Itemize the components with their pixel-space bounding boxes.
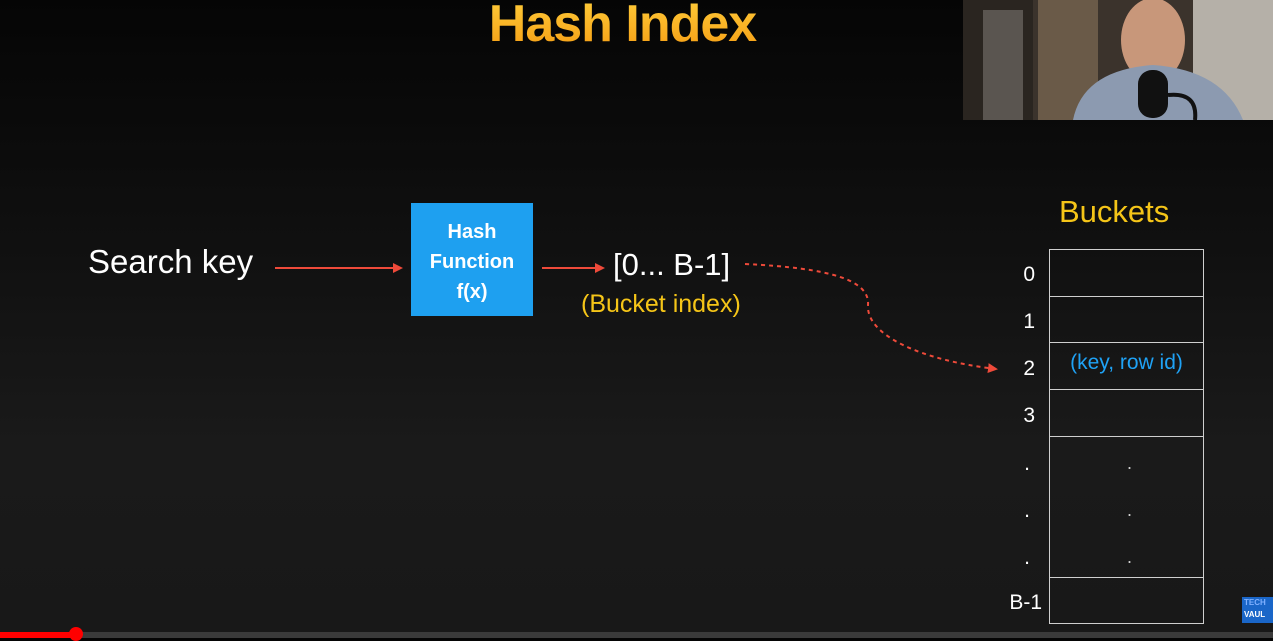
ellipsis-dot-3: .: [1127, 547, 1133, 567]
bucket-cell-2: (key, row id): [1050, 343, 1203, 390]
logo-line1: TECH: [1244, 598, 1266, 607]
video-progress-fill: [0, 632, 77, 638]
bucket-label-1: 1: [1023, 310, 1035, 333]
dashed-arrow-to-bucket: [744, 263, 998, 374]
ellipsis-dot-2: .: [1127, 500, 1133, 520]
video-scrubber-handle[interactable]: [69, 627, 84, 641]
bucket-cell-0: [1050, 250, 1203, 297]
bucket-label-dot-3: .: [1024, 546, 1030, 569]
bucket-cell-1: [1050, 297, 1203, 343]
bucket-cell-3: [1050, 390, 1203, 437]
video-progress-bar[interactable]: [0, 627, 1273, 641]
buckets-title: Buckets: [1059, 194, 1170, 229]
bucket-label-2: 2: [1023, 357, 1035, 380]
bucket-label-dot-1: .: [1024, 452, 1030, 475]
bucket-cell-last: [1050, 578, 1203, 623]
ellipsis-dot-1: .: [1127, 453, 1133, 473]
bucket-cell-ellipsis: . . .: [1050, 437, 1203, 578]
bucket-label-last: B-1: [1009, 591, 1042, 614]
bucket-label-0: 0: [1023, 263, 1035, 286]
bucket-table: (key, row id) . . .: [1049, 249, 1204, 624]
channel-logo: TECH VAUL: [1242, 597, 1273, 623]
logo-line2: VAUL: [1244, 610, 1266, 619]
bucket-label-3: 3: [1023, 404, 1035, 427]
bucket-label-dot-2: .: [1024, 499, 1030, 522]
bucket-entry: (key, row id): [1070, 351, 1183, 374]
